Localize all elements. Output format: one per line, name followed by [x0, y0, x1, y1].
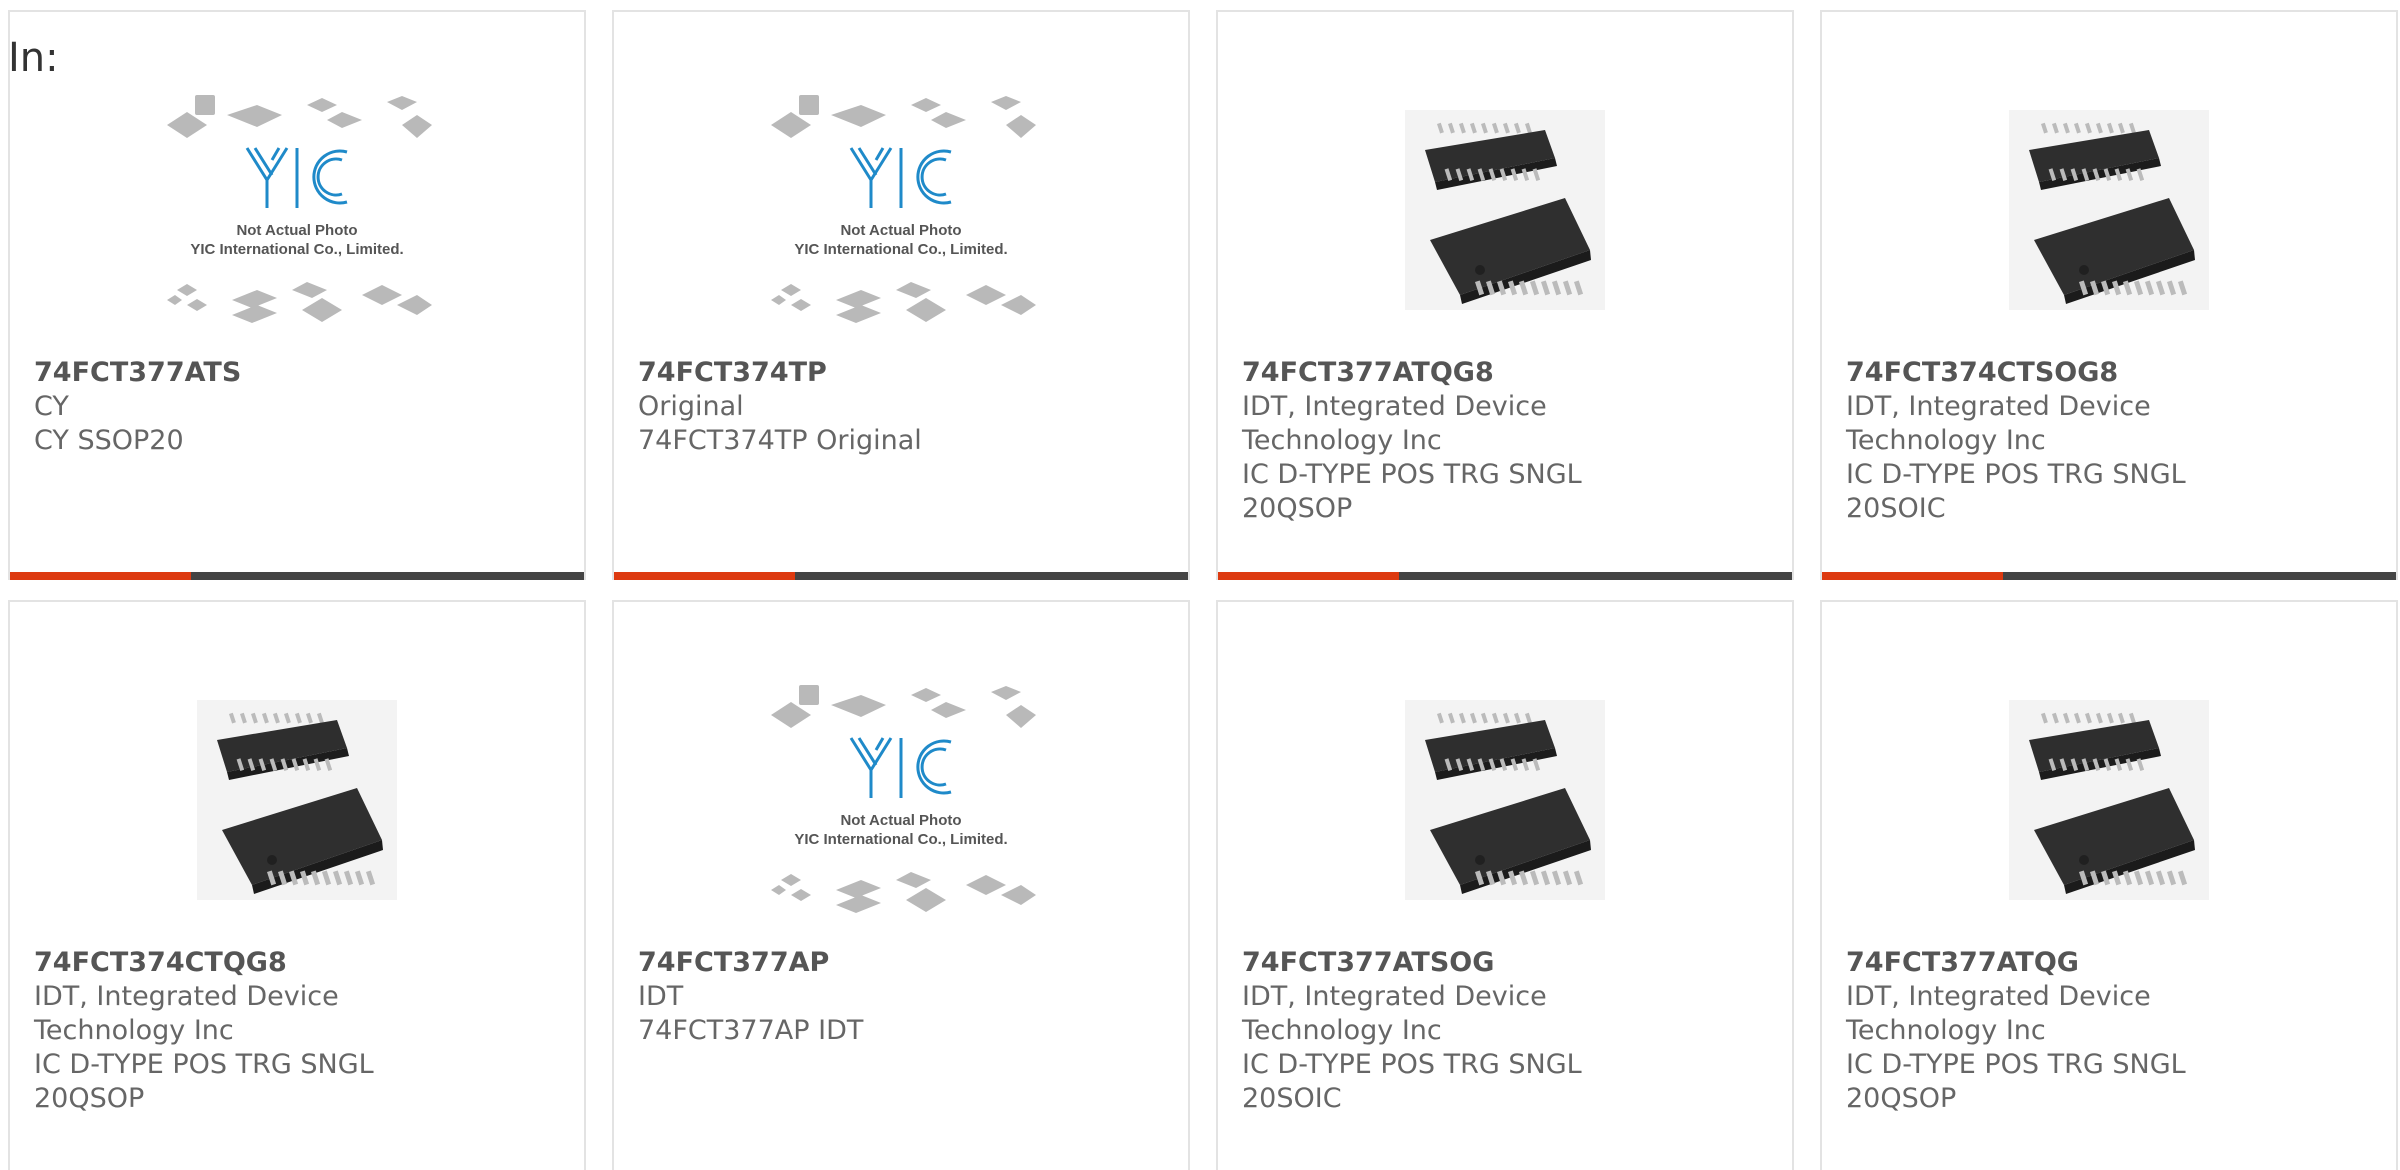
product-info: 74FCT374CTQG8 IDT, Integrated Device Tec… — [34, 946, 560, 1116]
product-line: Technology Inc — [1846, 1015, 2046, 1046]
product-line: IDT, Integrated Device — [1242, 981, 1547, 1012]
part-number[interactable]: 74FCT377AP — [638, 946, 1164, 980]
ic-chip-photo — [1405, 700, 1605, 900]
svg-text:Not Actual Photo: Not Actual Photo — [840, 812, 961, 829]
product-card[interactable]: 74FCT374CTSOG8 IDT, Integrated Device Te… — [1820, 10, 2398, 580]
accent-bar — [614, 572, 795, 580]
product-image[interactable] — [1822, 72, 2396, 348]
ic-chip-photo — [1405, 110, 1605, 310]
product-line: IDT, Integrated Device — [1242, 391, 1547, 422]
product-info: 74FCT374CTSOG8 IDT, Integrated Device Te… — [1846, 356, 2372, 526]
yic-placeholder-image: Not Actual Photo YIC International Co., … — [167, 95, 432, 323]
product-image[interactable] — [1218, 662, 1792, 938]
accent-bar — [10, 572, 191, 580]
product-grid: Not Actual Photo YIC International Co., … — [8, 10, 2400, 1170]
product-info: 74FCT377ATQG IDT, Integrated Device Tech… — [1846, 946, 2372, 1116]
product-image[interactable] — [10, 662, 584, 938]
product-line: 20QSOP — [34, 1083, 145, 1114]
product-line: IDT, Integrated Device — [1846, 981, 2151, 1012]
product-line: IC D-TYPE POS TRG SNGL — [1846, 459, 2186, 490]
yic-placeholder-image: Not Actual Photo YIC International Co., … — [771, 685, 1036, 913]
product-card[interactable]: Not Actual Photo YIC International Co., … — [8, 10, 586, 580]
product-info: 74FCT377ATSOG IDT, Integrated Device Tec… — [1242, 946, 1768, 1116]
product-image[interactable]: Not Actual Photo YIC International Co., … — [614, 72, 1188, 348]
product-line: Technology Inc — [34, 1015, 234, 1046]
product-info: 74FCT377ATS CY CY SSOP20 — [34, 356, 560, 458]
product-line: CY — [34, 391, 69, 422]
product-line: IC D-TYPE POS TRG SNGL — [34, 1049, 374, 1080]
product-info: 74FCT374TP Original 74FCT374TP Original — [638, 356, 1164, 458]
product-line: CY SSOP20 — [34, 425, 184, 456]
product-image[interactable] — [1218, 72, 1792, 348]
part-number[interactable]: 74FCT374CTQG8 — [34, 946, 560, 980]
accent-bar — [1822, 572, 2003, 580]
svg-text:Not Actual Photo: Not Actual Photo — [840, 222, 961, 239]
card-underbar — [1822, 572, 2396, 580]
product-line: Technology Inc — [1242, 1015, 1442, 1046]
part-number[interactable]: 74FCT377ATSOG — [1242, 946, 1768, 980]
card-underbar — [614, 572, 1188, 580]
product-card[interactable]: Not Actual Photo YIC International Co., … — [612, 10, 1190, 580]
ic-chip-photo — [2009, 700, 2209, 900]
card-underbar — [10, 572, 584, 580]
yic-placeholder-image: Not Actual Photo YIC International Co., … — [771, 95, 1036, 323]
product-card[interactable]: 74FCT374CTQG8 IDT, Integrated Device Tec… — [8, 600, 586, 1170]
part-number[interactable]: 74FCT377ATQG8 — [1242, 356, 1768, 390]
product-line: Technology Inc — [1846, 425, 2046, 456]
product-line: 74FCT374TP Original — [638, 425, 922, 456]
product-line: IC D-TYPE POS TRG SNGL — [1242, 459, 1582, 490]
product-card[interactable]: 74FCT377ATQG8 IDT, Integrated Device Tec… — [1216, 10, 1794, 580]
product-image[interactable] — [1822, 662, 2396, 938]
product-line: Technology Inc — [1242, 425, 1442, 456]
product-line: 20SOIC — [1846, 493, 1946, 524]
product-line: IDT — [638, 981, 684, 1012]
product-line: IC D-TYPE POS TRG SNGL — [1846, 1049, 2186, 1080]
product-line: 74FCT377AP IDT — [638, 1015, 864, 1046]
product-image[interactable]: Not Actual Photo YIC International Co., … — [10, 72, 584, 348]
product-line: 20SOIC — [1242, 1083, 1342, 1114]
page-heading: In: — [8, 35, 59, 81]
card-underbar — [1218, 572, 1792, 580]
product-line: Original — [638, 391, 744, 422]
part-number[interactable]: 74FCT374CTSOG8 — [1846, 356, 2372, 390]
product-card[interactable]: Not Actual Photo YIC International Co., … — [612, 600, 1190, 1170]
product-line: 20QSOP — [1242, 493, 1353, 524]
product-info: 74FCT377AP IDT 74FCT377AP IDT — [638, 946, 1164, 1048]
product-image[interactable]: Not Actual Photo YIC International Co., … — [614, 662, 1188, 938]
product-line: 20QSOP — [1846, 1083, 1957, 1114]
part-number[interactable]: 74FCT377ATS — [34, 356, 560, 390]
ic-chip-photo — [197, 700, 397, 900]
svg-text:Not Actual Photo: Not Actual Photo — [236, 222, 357, 239]
svg-text:YIC International Co., Limited: YIC International Co., Limited. — [794, 241, 1007, 258]
product-info: 74FCT377ATQG8 IDT, Integrated Device Tec… — [1242, 356, 1768, 526]
product-card[interactable]: 74FCT377ATQG IDT, Integrated Device Tech… — [1820, 600, 2398, 1170]
svg-text:YIC International Co., Limited: YIC International Co., Limited. — [190, 241, 403, 258]
accent-bar — [1218, 572, 1399, 580]
svg-text:YIC International Co., Limited: YIC International Co., Limited. — [794, 831, 1007, 848]
part-number[interactable]: 74FCT377ATQG — [1846, 946, 2372, 980]
part-number[interactable]: 74FCT374TP — [638, 356, 1164, 390]
product-line: IDT, Integrated Device — [34, 981, 339, 1012]
product-line: IDT, Integrated Device — [1846, 391, 2151, 422]
product-card[interactable]: 74FCT377ATSOG IDT, Integrated Device Tec… — [1216, 600, 1794, 1170]
product-line: IC D-TYPE POS TRG SNGL — [1242, 1049, 1582, 1080]
ic-chip-photo — [2009, 110, 2209, 310]
